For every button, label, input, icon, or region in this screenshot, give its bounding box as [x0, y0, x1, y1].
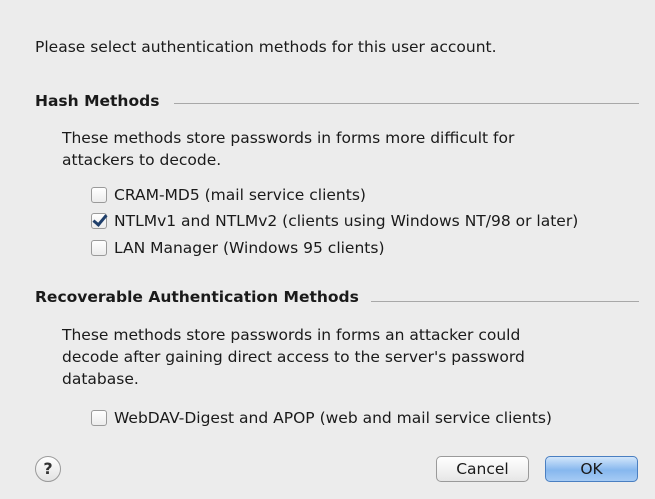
recoverable-description-line-3: database.: [62, 370, 139, 388]
lan-manager-option[interactable]: LAN Manager (Windows 95 clients): [91, 239, 385, 257]
webdav-digest-label[interactable]: WebDAV-Digest and APOP (web and mail ser…: [114, 409, 552, 427]
ntlm-checkbox[interactable]: [91, 213, 107, 229]
lan-manager-checkbox[interactable]: [91, 240, 107, 256]
cram-md5-checkbox[interactable]: [91, 187, 107, 203]
hash-methods-heading: Hash Methods: [35, 92, 160, 110]
ntlm-label[interactable]: NTLMv1 and NTLMv2 (clients using Windows…: [114, 212, 578, 230]
lan-manager-label[interactable]: LAN Manager (Windows 95 clients): [114, 239, 385, 257]
help-button[interactable]: ?: [35, 456, 61, 482]
hash-methods-divider: [174, 103, 639, 104]
hash-description-line-2: attackers to decode.: [62, 151, 222, 169]
cram-md5-label[interactable]: CRAM-MD5 (mail service clients): [114, 186, 366, 204]
recoverable-methods-heading: Recoverable Authentication Methods: [35, 288, 359, 306]
intro-text: Please select authentication methods for…: [35, 38, 497, 56]
ok-button[interactable]: OK: [545, 456, 638, 482]
recoverable-methods-divider: [371, 301, 639, 302]
cram-md5-option[interactable]: CRAM-MD5 (mail service clients): [91, 186, 366, 204]
webdav-digest-option[interactable]: WebDAV-Digest and APOP (web and mail ser…: [91, 409, 552, 427]
recoverable-description-line-2: decode after gaining direct access to th…: [62, 348, 525, 366]
webdav-digest-checkbox[interactable]: [91, 410, 107, 426]
hash-description-line-1: These methods store passwords in forms m…: [62, 129, 515, 147]
recoverable-description-line-1: These methods store passwords in forms a…: [62, 326, 521, 344]
cancel-button[interactable]: Cancel: [436, 456, 529, 482]
ntlm-option[interactable]: NTLMv1 and NTLMv2 (clients using Windows…: [91, 212, 578, 230]
